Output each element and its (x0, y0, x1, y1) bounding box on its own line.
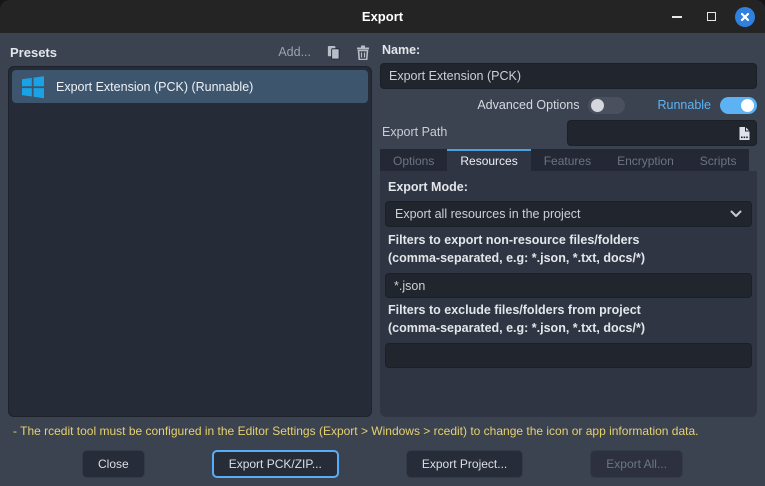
preset-item-selected[interactable]: Export Extension (PCK) (Runnable) (12, 70, 368, 103)
include-filters-hint: (comma-separated, e.g: *.json, *.txt, do… (388, 251, 646, 265)
presets-header: Presets Add... (10, 42, 370, 62)
windows-logo-icon (22, 75, 44, 98)
runnable-label: Runnable (657, 98, 711, 112)
file-browse-icon (739, 126, 749, 140)
export-path-label: Export Path (382, 125, 448, 139)
minimize-button[interactable] (667, 7, 687, 27)
close-button[interactable] (735, 6, 755, 27)
advanced-options-toggle[interactable] (588, 96, 626, 114)
include-filters-input[interactable] (385, 273, 752, 298)
exclude-filters-hint: (comma-separated, e.g: *.json, *.txt, do… (388, 321, 646, 335)
export-mode-label: Export Mode: (388, 180, 468, 194)
export-project-button[interactable]: Export Project... (405, 449, 524, 478)
presets-title: Presets (10, 44, 57, 60)
toggles-row: Advanced Options Runnable (477, 96, 757, 114)
export-path-browse-button[interactable] (732, 120, 757, 146)
presets-actions: Add... (278, 45, 370, 60)
include-filters-label: Filters to export non-resource files/fol… (388, 233, 640, 247)
maximize-icon (706, 12, 716, 21)
toggle-knob (741, 98, 754, 112)
chevron-down-icon (730, 210, 742, 217)
presets-list: Export Extension (PCK) (Runnable) (8, 66, 372, 417)
export-tabs: Options Resources Features Encryption Sc… (380, 149, 750, 171)
export-mode-dropdown[interactable]: Export all resources in the project (385, 201, 752, 227)
export-path-row: Export Path (380, 120, 757, 146)
resources-tab-panel: Export Mode: Export all resources in the… (380, 171, 757, 417)
add-preset-button[interactable]: Add... (278, 45, 311, 59)
tab-options[interactable]: Options (380, 149, 448, 171)
toggle-knob (591, 98, 605, 112)
duplicate-preset-button[interactable] (326, 45, 341, 60)
minimize-icon (672, 15, 682, 18)
tab-encryption[interactable]: Encryption (604, 149, 687, 171)
close-icon (740, 12, 750, 21)
maximize-button[interactable] (701, 7, 721, 27)
exclude-filters-label: Filters to exclude files/folders from pr… (388, 303, 641, 317)
window-title: Export (361, 9, 404, 24)
name-label: Name: (382, 43, 421, 57)
export-pck-zip-button[interactable]: Export PCK/ZIP... (211, 449, 339, 478)
export-all-button[interactable]: Export All... (590, 449, 683, 478)
tab-resources[interactable]: Resources (447, 149, 531, 171)
tab-features[interactable]: Features (530, 149, 605, 171)
preset-item-label: Export Extension (PCK) (Runnable) (56, 79, 254, 94)
rcedit-warning-text: - The rcedit tool must be configured in … (13, 424, 699, 438)
name-input[interactable] (380, 63, 757, 89)
export-path-input[interactable] (567, 120, 732, 146)
duplicate-icon (327, 45, 340, 60)
export-dialog: Export Presets Add... Export Extension (… (0, 0, 765, 486)
exclude-filters-input[interactable] (385, 343, 752, 368)
export-mode-value: Export all resources in the project (395, 207, 581, 221)
tab-scripts[interactable]: Scripts (686, 149, 750, 171)
advanced-options-label: Advanced Options (477, 98, 580, 112)
window-controls (667, 0, 755, 33)
runnable-toggle[interactable] (720, 96, 757, 114)
titlebar: Export (0, 0, 765, 33)
delete-preset-button[interactable] (356, 45, 370, 60)
trash-icon (357, 45, 369, 60)
close-dialog-button[interactable]: Close (82, 449, 145, 478)
dialog-buttons: Close Export PCK/ZIP... Export Project..… (82, 449, 683, 478)
